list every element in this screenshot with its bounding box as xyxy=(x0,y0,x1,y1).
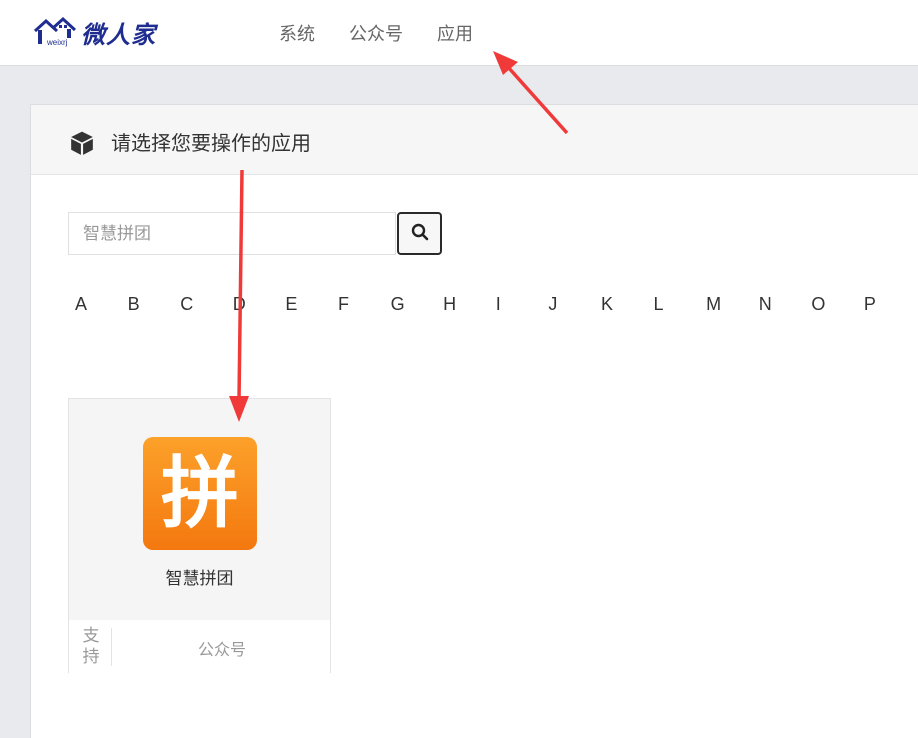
cube-icon xyxy=(69,130,95,160)
app-icon-glyph: 拼 xyxy=(160,448,239,539)
letter-filter-item[interactable]: F xyxy=(338,294,391,315)
nav-item-apps[interactable]: 应用 xyxy=(437,20,473,46)
letter-filter-item[interactable]: I xyxy=(496,294,549,315)
search-icon xyxy=(411,223,429,245)
letter-filter-item[interactable]: H xyxy=(443,294,496,315)
app-name[interactable]: 智慧拼团 xyxy=(69,564,330,589)
letter-filter-item[interactable]: L xyxy=(654,294,707,315)
letter-filter-item[interactable]: P xyxy=(864,294,917,315)
panel-header: 请选择您要操作的应用 xyxy=(31,105,918,175)
letter-filter-item[interactable]: E xyxy=(285,294,338,315)
letter-filter-item[interactable]: O xyxy=(811,294,864,315)
panel-title: 请选择您要操作的应用 xyxy=(111,131,311,155)
app-card-footer: 支持 公众号 xyxy=(69,620,330,673)
letter-filter: A B C D E F G H I J K L M N O P xyxy=(75,294,917,315)
brand-name: 微人家 xyxy=(81,19,156,49)
letter-filter-item[interactable]: G xyxy=(391,294,444,315)
app-card[interactable]: 拼 智慧拼团 支持 公众号 xyxy=(68,398,331,673)
letter-filter-item[interactable]: M xyxy=(706,294,759,315)
letter-filter-item[interactable]: D xyxy=(233,294,286,315)
house-logo-icon: weixrj xyxy=(33,16,77,48)
support-label: 支持 xyxy=(82,626,100,667)
support-type: 公众号 xyxy=(197,640,246,659)
letter-filter-item[interactable]: N xyxy=(759,294,812,315)
letter-filter-item[interactable]: A xyxy=(75,294,128,315)
nav-item-official-account[interactable]: 公众号 xyxy=(349,20,403,46)
brand-sub-text: weixrj xyxy=(47,38,68,47)
letter-filter-item[interactable]: B xyxy=(128,294,181,315)
app-search-input[interactable] xyxy=(68,212,396,255)
letter-filter-item[interactable]: J xyxy=(548,294,601,315)
main-nav: 系统 公众号 应用 xyxy=(262,0,490,66)
top-bar: weixrj 微人家 系统 公众号 应用 xyxy=(0,0,918,66)
letter-filter-item[interactable]: C xyxy=(180,294,233,315)
app-card-body[interactable]: 拼 智慧拼团 xyxy=(69,399,330,620)
letter-filter-item[interactable]: K xyxy=(601,294,654,315)
search-button[interactable] xyxy=(397,212,442,255)
app-icon[interactable]: 拼 xyxy=(143,437,257,550)
nav-item-system[interactable]: 系统 xyxy=(279,20,315,46)
app-select-panel: 请选择您要操作的应用 A B C D E F G H I J K L M N O… xyxy=(30,104,918,738)
brand-logo[interactable]: weixrj 微人家 xyxy=(33,14,156,50)
